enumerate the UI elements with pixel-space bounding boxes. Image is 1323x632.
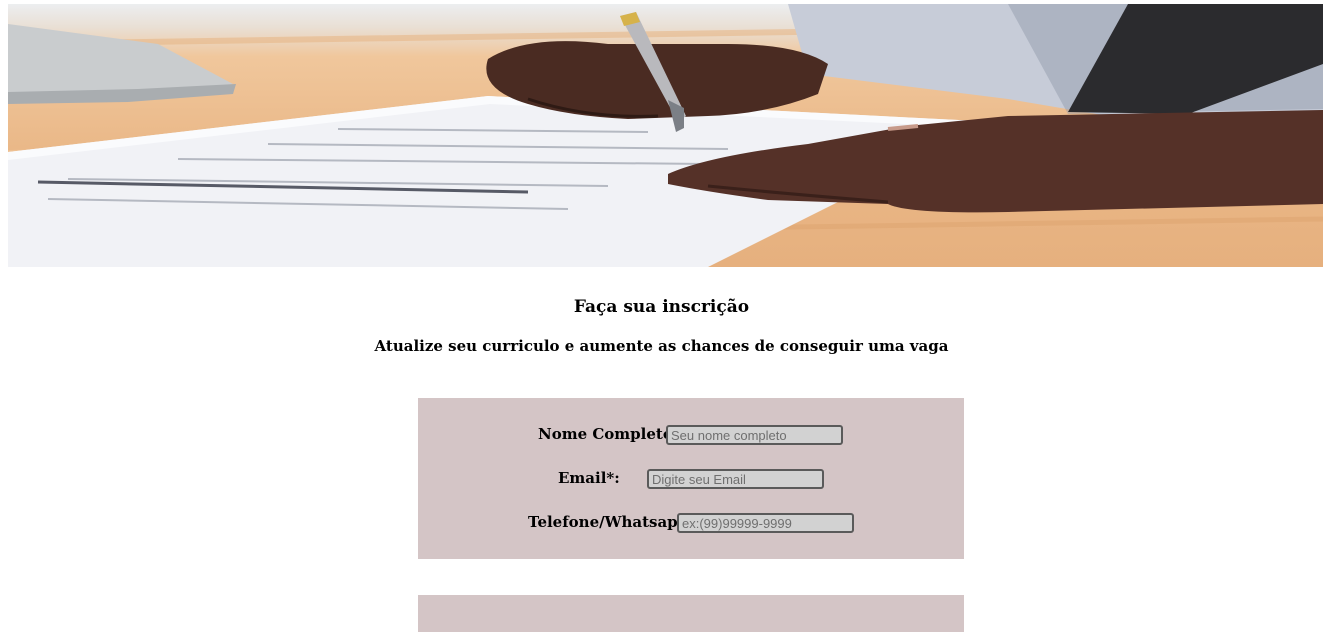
page-title: Faça sua inscrição: [573, 297, 750, 317]
full-name-input[interactable]: [666, 425, 843, 445]
signing-contract-photo-icon: [8, 4, 1323, 267]
signup-form: Nome Completo*: Email*: Telefone/Whatsap…: [418, 398, 964, 559]
email-label: Email*:: [558, 469, 620, 487]
page-subtitle: Atualize seu curriculo e aumente as chan…: [374, 337, 949, 355]
full-name-label: Nome Completo*:: [538, 425, 687, 443]
phone-input[interactable]: [677, 513, 854, 533]
email-input[interactable]: [647, 469, 824, 489]
phone-label: Telefone/Whatsapp*:: [528, 513, 702, 531]
hero-image: [8, 4, 1323, 267]
form-section-2: [418, 595, 964, 632]
